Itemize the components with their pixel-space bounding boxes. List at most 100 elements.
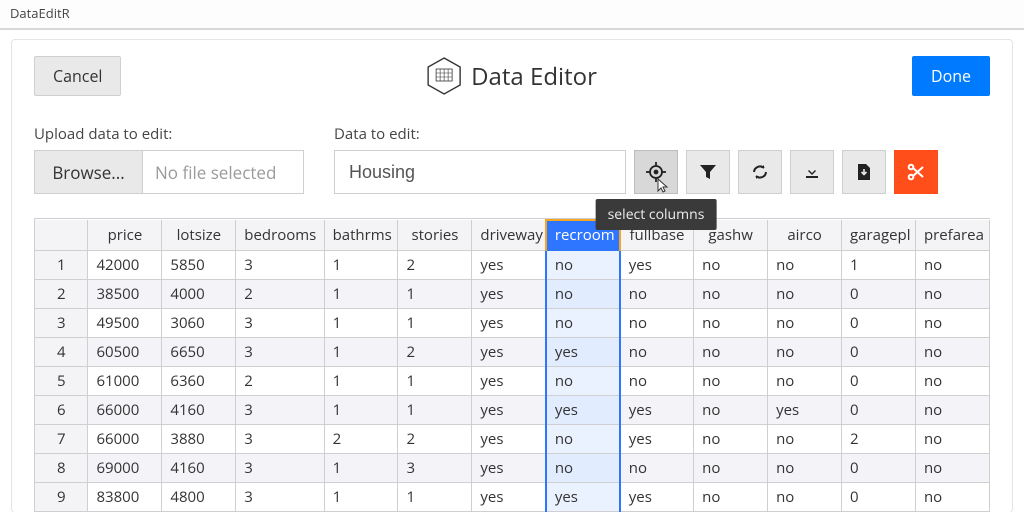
row-number-cell[interactable]: 1 bbox=[35, 250, 88, 280]
cell[interactable]: 0 bbox=[842, 396, 916, 425]
cell[interactable]: 1 bbox=[842, 250, 916, 280]
cell[interactable]: no bbox=[694, 396, 768, 425]
cell[interactable]: no bbox=[546, 309, 620, 338]
cell[interactable]: no bbox=[546, 250, 620, 280]
cell[interactable]: 83800 bbox=[88, 483, 162, 512]
cell[interactable]: 2 bbox=[236, 367, 324, 396]
cell[interactable]: no bbox=[915, 396, 989, 425]
cell[interactable]: no bbox=[768, 250, 842, 280]
row-number-cell[interactable]: 4 bbox=[35, 338, 88, 367]
cell[interactable]: 60500 bbox=[88, 338, 162, 367]
download-button[interactable] bbox=[790, 150, 834, 194]
cell[interactable]: 1 bbox=[398, 483, 472, 512]
cell[interactable]: no bbox=[694, 425, 768, 454]
cell[interactable]: no bbox=[694, 280, 768, 309]
cell[interactable]: 1 bbox=[398, 396, 472, 425]
cell[interactable]: no bbox=[620, 367, 694, 396]
row-number-cell[interactable]: 7 bbox=[35, 425, 88, 454]
cell[interactable]: yes bbox=[620, 396, 694, 425]
cell[interactable]: no bbox=[768, 454, 842, 483]
cell[interactable]: 1 bbox=[324, 454, 398, 483]
cell[interactable]: 4000 bbox=[162, 280, 236, 309]
table-row[interactable]: 6660004160311yesyesyesnoyes0no bbox=[35, 396, 990, 425]
column-header-driveway[interactable]: driveway bbox=[472, 220, 546, 250]
cell[interactable]: no bbox=[694, 309, 768, 338]
cell[interactable]: yes bbox=[768, 396, 842, 425]
cell[interactable]: 6650 bbox=[162, 338, 236, 367]
table-row[interactable]: 3495003060311yesnononono0no bbox=[35, 309, 990, 338]
cell[interactable]: 2 bbox=[236, 280, 324, 309]
cell[interactable]: 3 bbox=[236, 454, 324, 483]
cell[interactable]: 0 bbox=[842, 367, 916, 396]
cell[interactable]: no bbox=[620, 280, 694, 309]
cut-button[interactable] bbox=[894, 150, 938, 194]
cell[interactable]: yes bbox=[620, 425, 694, 454]
column-header-prefarea[interactable]: prefarea bbox=[915, 220, 989, 250]
cell[interactable]: 4160 bbox=[162, 454, 236, 483]
cell[interactable]: 66000 bbox=[88, 396, 162, 425]
cell[interactable]: 61000 bbox=[88, 367, 162, 396]
cell[interactable]: 3 bbox=[236, 250, 324, 280]
cell[interactable]: 38500 bbox=[88, 280, 162, 309]
cell[interactable]: no bbox=[768, 483, 842, 512]
cell[interactable]: yes bbox=[472, 396, 546, 425]
done-button[interactable]: Done bbox=[912, 56, 990, 96]
row-number-cell[interactable]: 6 bbox=[35, 396, 88, 425]
cell[interactable]: 1 bbox=[324, 338, 398, 367]
cell[interactable]: 5850 bbox=[162, 250, 236, 280]
row-number-cell[interactable]: 9 bbox=[35, 483, 88, 512]
cell[interactable]: no bbox=[915, 425, 989, 454]
cell[interactable]: no bbox=[694, 338, 768, 367]
cell[interactable]: 1 bbox=[324, 396, 398, 425]
cell[interactable]: 1 bbox=[324, 367, 398, 396]
column-header-bathrms[interactable]: bathrms bbox=[324, 220, 398, 250]
cell[interactable]: no bbox=[620, 338, 694, 367]
cell[interactable]: 2 bbox=[398, 338, 472, 367]
cell[interactable]: no bbox=[915, 250, 989, 280]
cell[interactable]: yes bbox=[472, 250, 546, 280]
data-table[interactable]: pricelotsizebedroomsbathrmsstoriesdrivew… bbox=[34, 218, 990, 512]
cell[interactable]: yes bbox=[472, 338, 546, 367]
row-number-cell[interactable]: 5 bbox=[35, 367, 88, 396]
column-header-stories[interactable]: stories bbox=[398, 220, 472, 250]
cancel-button[interactable]: Cancel bbox=[34, 56, 121, 96]
cell[interactable]: 0 bbox=[842, 280, 916, 309]
data-name-input[interactable] bbox=[334, 150, 626, 194]
cell[interactable]: 1 bbox=[324, 250, 398, 280]
column-header-bedrooms[interactable]: bedrooms bbox=[236, 220, 324, 250]
row-number-header[interactable] bbox=[35, 220, 88, 250]
cell[interactable]: 1 bbox=[324, 483, 398, 512]
cell[interactable]: no bbox=[768, 367, 842, 396]
cell[interactable]: no bbox=[546, 280, 620, 309]
cell[interactable]: 2 bbox=[324, 425, 398, 454]
cell[interactable]: 0 bbox=[842, 454, 916, 483]
row-number-cell[interactable]: 8 bbox=[35, 454, 88, 483]
save-file-button[interactable] bbox=[842, 150, 886, 194]
browse-button[interactable]: Browse... bbox=[35, 151, 143, 193]
table-row[interactable]: 4605006650312yesyesnonono0no bbox=[35, 338, 990, 367]
cell[interactable]: yes bbox=[620, 483, 694, 512]
cell[interactable]: no bbox=[620, 309, 694, 338]
cell[interactable]: 2 bbox=[398, 250, 472, 280]
cell[interactable]: 2 bbox=[842, 425, 916, 454]
cell[interactable]: 2 bbox=[398, 425, 472, 454]
cell[interactable]: 49500 bbox=[88, 309, 162, 338]
cell[interactable]: no bbox=[915, 454, 989, 483]
cell[interactable]: 0 bbox=[842, 309, 916, 338]
cell[interactable]: yes bbox=[620, 250, 694, 280]
filter-button[interactable] bbox=[686, 150, 730, 194]
table-row[interactable]: 8690004160313yesnononono0no bbox=[35, 454, 990, 483]
cell[interactable]: 66000 bbox=[88, 425, 162, 454]
cell[interactable]: 3 bbox=[236, 483, 324, 512]
column-header-airco[interactable]: airco bbox=[768, 220, 842, 250]
cell[interactable]: 3 bbox=[236, 425, 324, 454]
cell[interactable]: 1 bbox=[324, 309, 398, 338]
column-header-price[interactable]: price bbox=[88, 220, 162, 250]
cell[interactable]: no bbox=[915, 309, 989, 338]
row-number-cell[interactable]: 2 bbox=[35, 280, 88, 309]
cell[interactable]: no bbox=[694, 454, 768, 483]
table-row[interactable]: 5610006360211yesnononono0no bbox=[35, 367, 990, 396]
cell[interactable]: yes bbox=[472, 309, 546, 338]
cell[interactable]: no bbox=[915, 483, 989, 512]
cell[interactable]: 6360 bbox=[162, 367, 236, 396]
